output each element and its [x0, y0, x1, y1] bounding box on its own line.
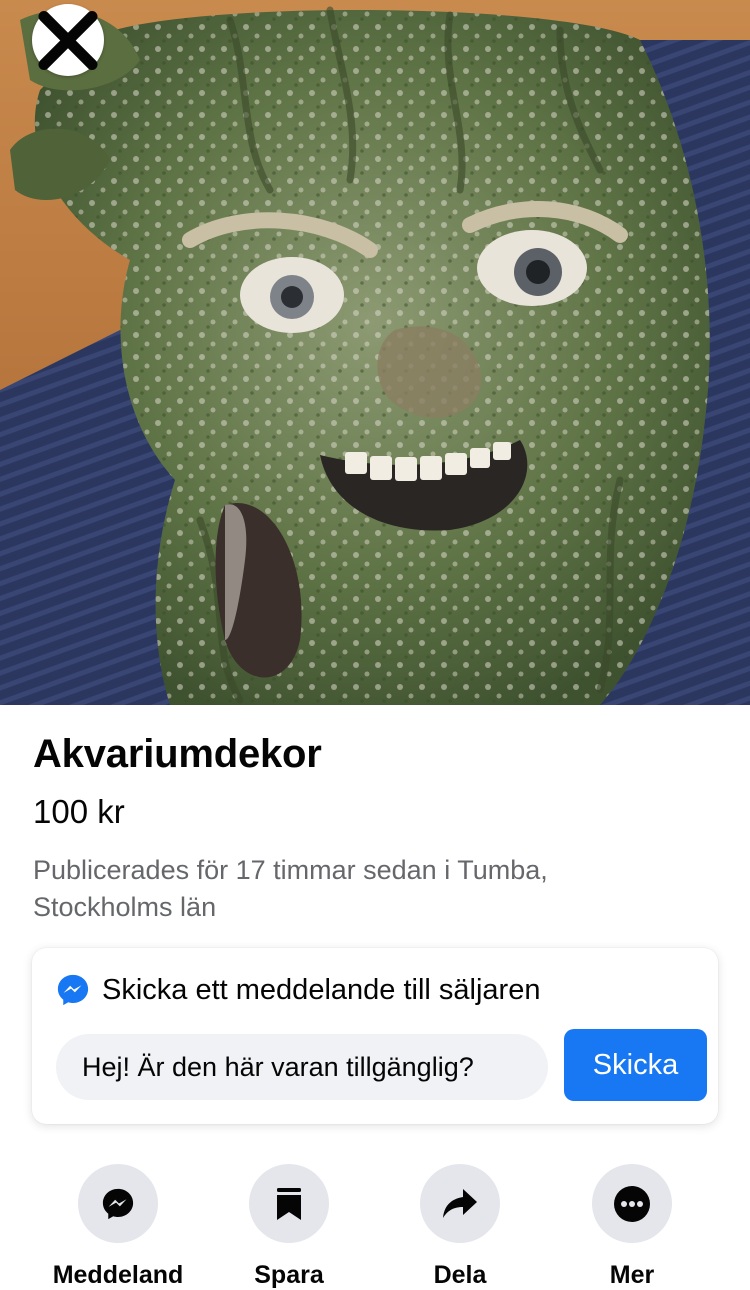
more-action-circle — [592, 1164, 672, 1243]
action-label: Mer — [609, 1261, 655, 1289]
message-input[interactable] — [56, 1034, 548, 1100]
listing-title: Akvariumdekor — [33, 732, 322, 776]
messenger-icon — [57, 974, 89, 1006]
send-button[interactable]: Skicka — [564, 1029, 707, 1101]
save-action-circle — [249, 1164, 329, 1243]
action-label: Spara — [254, 1261, 324, 1289]
listing-photo[interactable] — [0, 0, 750, 705]
share-action-circle — [420, 1164, 500, 1243]
close-icon — [38, 10, 98, 70]
message-seller-card: Skicka ett meddelande till säljaren Skic… — [32, 948, 718, 1124]
listing-price: 100 kr — [33, 793, 125, 830]
message-action-button[interactable]: Meddeland — [38, 1160, 198, 1290]
more-dots-icon — [614, 1185, 650, 1222]
more-action-button[interactable]: Mer — [552, 1160, 712, 1290]
aquarium-ornament-image — [0, 0, 750, 705]
action-label: Dela — [433, 1261, 487, 1289]
message-card-title: Skicka ett meddelande till säljaren — [102, 973, 541, 1006]
message-card-header: Skicka ett meddelande till säljaren — [56, 970, 540, 1010]
listing-published-info: Publicerades för 17 timmar sedan i Tumba… — [33, 855, 548, 922]
share-action-button[interactable]: Dela — [380, 1160, 540, 1290]
messenger-icon — [102, 1188, 134, 1219]
close-button[interactable] — [32, 4, 104, 76]
action-bar: Meddeland Spara Dela Mer — [0, 1160, 750, 1290]
share-arrow-icon — [443, 1188, 477, 1218]
bookmark-icon — [277, 1187, 301, 1220]
save-action-button[interactable]: Spara — [209, 1160, 369, 1290]
message-action-circle — [78, 1164, 158, 1243]
action-label: Meddeland — [52, 1261, 184, 1289]
